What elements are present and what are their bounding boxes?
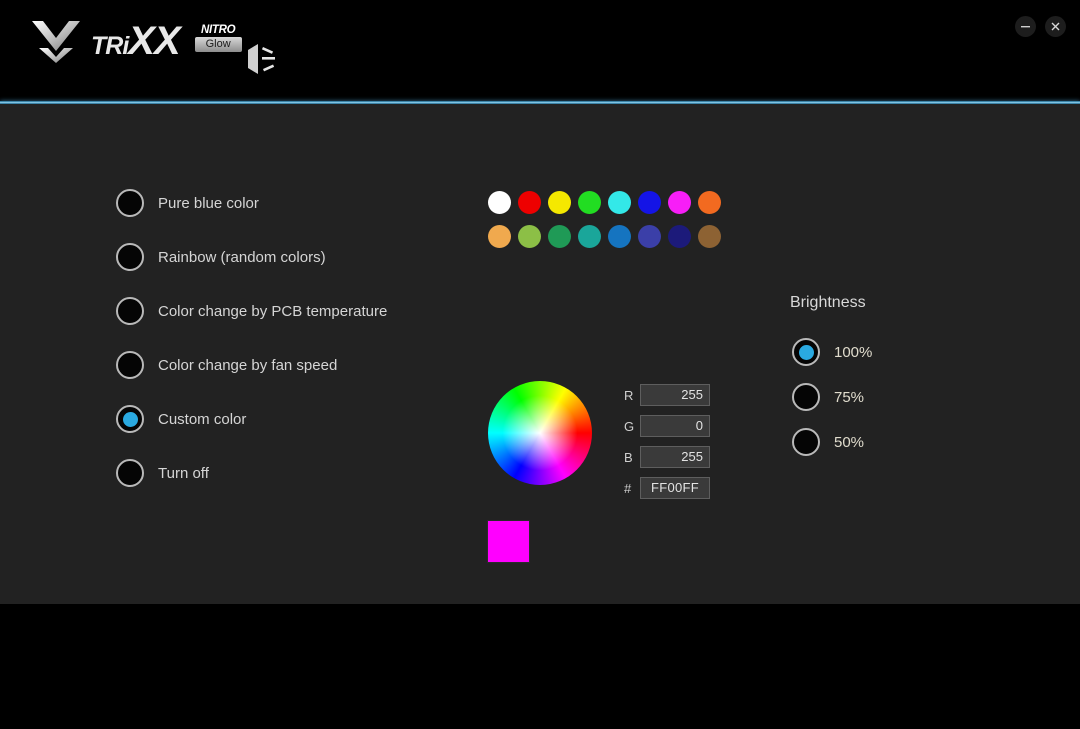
close-icon (1051, 22, 1060, 31)
brightness-option-50[interactable]: 50% (792, 427, 872, 457)
radio-icon-selected[interactable] (116, 405, 144, 433)
color-swatch[interactable] (697, 190, 721, 214)
close-button[interactable] (1045, 16, 1066, 37)
light-beam-icon (248, 44, 275, 74)
brightness-option-100[interactable]: 100% (792, 337, 872, 367)
brightness-title: Brightness (790, 294, 866, 311)
rgb-input-group: R 255 G 0 B 255 # FF00FF (624, 384, 710, 508)
nitro-glow-badge: NITRO Glow (194, 24, 242, 60)
trixx-nitro-glow-window: TRiXX NITRO Glow Pure blue color Rainbow… (0, 0, 1080, 729)
mode-label: Color change by PCB temperature (158, 302, 388, 320)
color-swatch[interactable] (577, 224, 601, 248)
red-label: R (624, 387, 634, 403)
color-swatch[interactable] (667, 190, 691, 214)
nitro-label: NITRO (201, 24, 236, 36)
app-logo: TRiXX NITRO Glow (30, 18, 275, 74)
swatch-cell (634, 189, 664, 215)
green-input[interactable]: 0 (640, 415, 710, 437)
brightness-option-75[interactable]: 75% (792, 382, 872, 412)
mode-label: Turn off (158, 464, 209, 482)
glow-label: Glow (194, 37, 242, 52)
swatch-cell (574, 223, 604, 249)
main-panel: Pure blue color Rainbow (random colors) … (0, 104, 1080, 604)
radio-icon[interactable] (116, 297, 144, 325)
swatch-cell (694, 223, 724, 249)
swatch-cell (484, 189, 514, 215)
swatch-cell (514, 223, 544, 249)
swatch-cell (664, 223, 694, 249)
color-swatch[interactable] (697, 224, 721, 248)
swatch-cell (514, 189, 544, 215)
mode-option-pcb-temperature[interactable]: Color change by PCB temperature (116, 296, 387, 326)
minimize-icon (1021, 26, 1030, 28)
color-swatch[interactable] (487, 224, 511, 248)
radio-icon[interactable] (116, 189, 144, 217)
swatch-cell (634, 223, 664, 249)
color-swatch[interactable] (607, 224, 631, 248)
swatch-cell (604, 189, 634, 215)
color-swatch[interactable] (607, 190, 631, 214)
radio-icon[interactable] (792, 383, 820, 411)
radio-icon-selected[interactable] (792, 338, 820, 366)
title-bar: TRiXX NITRO Glow (0, 0, 1080, 101)
color-swatch[interactable] (517, 224, 541, 248)
radio-icon[interactable] (116, 351, 144, 379)
trixx-wordmark: TRiXX (91, 19, 181, 63)
brightness-label: 100% (834, 343, 873, 361)
blue-input[interactable]: 255 (640, 446, 710, 468)
mode-label: Color change by fan speed (158, 356, 338, 374)
brightness-label: 50% (834, 433, 865, 451)
red-row: R 255 (624, 384, 710, 406)
swatch-cell (544, 189, 574, 215)
mode-option-custom-color[interactable]: Custom color (116, 404, 387, 434)
swatch-cell (604, 223, 634, 249)
minimize-button[interactable] (1015, 16, 1036, 37)
blue-row: B 255 (624, 446, 710, 468)
mode-option-rainbow[interactable]: Rainbow (random colors) (116, 242, 387, 272)
color-swatch[interactable] (637, 190, 661, 214)
swatch-cell (694, 189, 724, 215)
swatch-cell (574, 189, 604, 215)
color-swatch[interactable] (517, 190, 541, 214)
mode-option-turn-off[interactable]: Turn off (116, 458, 387, 488)
hex-label: # (624, 480, 632, 496)
radio-icon[interactable] (116, 243, 144, 271)
mode-option-fan-speed[interactable]: Color change by fan speed (116, 350, 387, 380)
red-input[interactable]: 255 (640, 384, 710, 406)
hex-row: # FF00FF (624, 477, 710, 499)
brightness-label: 75% (834, 388, 865, 406)
mode-label: Rainbow (random colors) (158, 248, 326, 266)
color-swatch[interactable] (487, 190, 511, 214)
mode-label: Custom color (158, 410, 247, 428)
radio-icon[interactable] (792, 428, 820, 456)
selected-color-preview (487, 520, 530, 563)
swatch-cell (664, 189, 694, 215)
color-swatch[interactable] (637, 224, 661, 248)
footer-bar: Card Radeon RX Vega Driver Version Adren… (0, 604, 1080, 729)
logo-tri-text: TRi (91, 32, 129, 60)
green-row: G 0 (624, 415, 710, 437)
color-swatch[interactable] (547, 224, 571, 248)
brightness-list: 100% 75% 50% (792, 337, 872, 472)
hex-input[interactable]: FF00FF (640, 477, 710, 499)
swatch-cell (544, 223, 574, 249)
blue-label: B (624, 449, 633, 465)
mode-option-pure-blue[interactable]: Pure blue color (116, 188, 387, 218)
color-swatch[interactable] (577, 190, 601, 214)
swatch-cell (484, 223, 514, 249)
color-wheel[interactable] (488, 381, 592, 485)
green-label: G (624, 418, 635, 434)
radio-icon[interactable] (116, 459, 144, 487)
sapphire-shield-icon (32, 21, 80, 63)
color-swatch[interactable] (547, 190, 571, 214)
mode-label: Pure blue color (158, 194, 259, 212)
lighting-mode-list: Pure blue color Rainbow (random colors) … (116, 188, 387, 512)
color-swatch[interactable] (667, 224, 691, 248)
window-controls (1015, 16, 1066, 37)
color-swatch-grid[interactable] (484, 189, 724, 253)
logo-xx-text: XX (128, 19, 180, 63)
